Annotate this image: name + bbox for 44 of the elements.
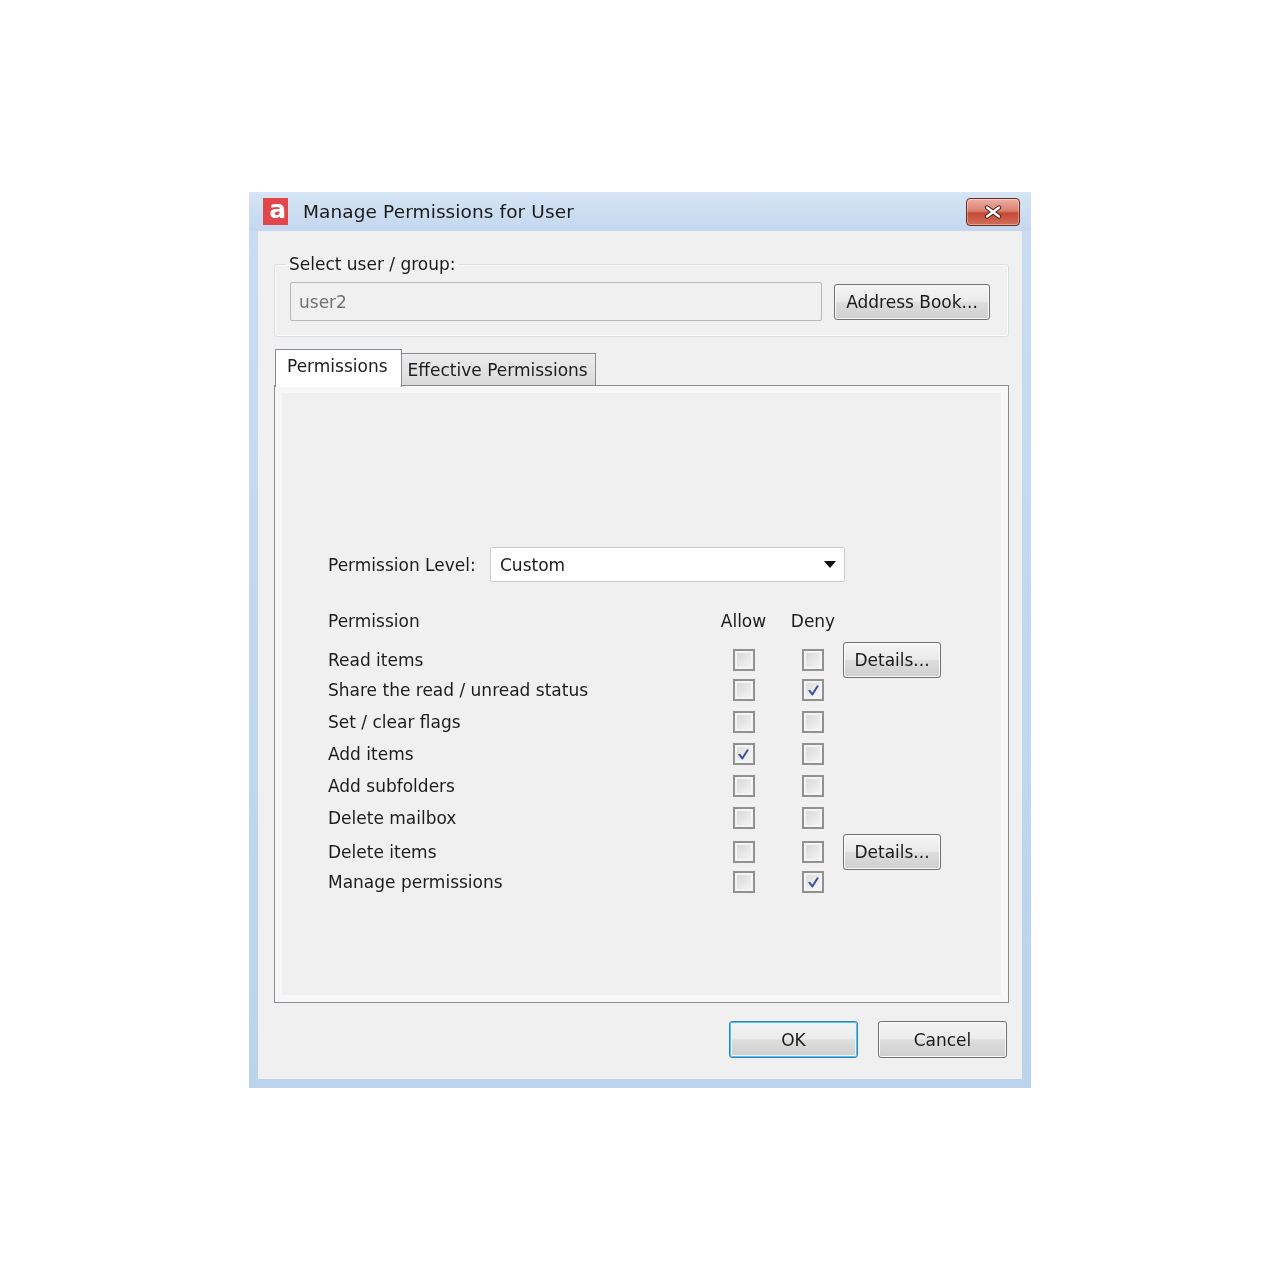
permission-name: Share the read / unread status <box>328 680 590 700</box>
deny-checkbox[interactable] <box>802 775 824 797</box>
permission-name: Delete items <box>328 842 438 862</box>
check-icon <box>738 748 749 760</box>
deny-checkbox[interactable] <box>802 871 824 893</box>
deny-checkbox[interactable] <box>802 841 824 863</box>
check-icon <box>807 876 819 888</box>
permission-name: Delete mailbox <box>328 808 458 828</box>
permission-level-label: Permission Level: <box>328 554 477 575</box>
allow-checkbox[interactable] <box>732 679 755 701</box>
deny-column-header: Deny <box>790 611 836 631</box>
deny-checkbox[interactable] <box>802 679 824 701</box>
close-button[interactable] <box>966 197 1020 226</box>
group-box-label: Select user / group: <box>288 253 457 275</box>
allow-checkbox[interactable] <box>732 649 755 671</box>
allow-column-header: Allow <box>720 611 767 631</box>
deny-checkbox[interactable] <box>802 649 824 671</box>
tab[interactable]: Effective Permissions <box>401 353 596 385</box>
allow-checkbox[interactable] <box>732 871 755 893</box>
permission-column-header: Permission <box>328 611 421 631</box>
permission-name: Add subfolders <box>328 776 456 796</box>
permission-name: Read items <box>328 650 425 670</box>
details-button[interactable]: Details... <box>843 642 941 678</box>
deny-checkbox[interactable] <box>802 743 824 765</box>
window-title: Manage Permissions for User <box>303 201 574 222</box>
permission-name: Manage permissions <box>328 872 504 892</box>
cancel-button[interactable]: Cancel <box>878 1021 1007 1058</box>
check-icon <box>807 684 819 696</box>
permission-level-dropdown[interactable]: Custom <box>490 547 845 582</box>
permission-name: Add items <box>328 744 415 764</box>
app-logo: a <box>263 198 288 225</box>
deny-checkbox[interactable] <box>802 807 824 829</box>
allow-checkbox[interactable] <box>732 841 755 863</box>
tab[interactable]: Permissions <box>275 349 402 387</box>
close-icon <box>984 204 1002 219</box>
permission-name: Set / clear flags <box>328 712 462 732</box>
deny-checkbox[interactable] <box>802 711 824 733</box>
allow-checkbox[interactable] <box>732 743 755 765</box>
allow-checkbox[interactable] <box>732 775 755 797</box>
allow-checkbox[interactable] <box>732 807 755 829</box>
allow-checkbox[interactable] <box>732 711 755 733</box>
ok-button[interactable]: OK <box>729 1021 858 1058</box>
caret-icon <box>824 561 836 568</box>
details-button[interactable]: Details... <box>843 834 941 870</box>
